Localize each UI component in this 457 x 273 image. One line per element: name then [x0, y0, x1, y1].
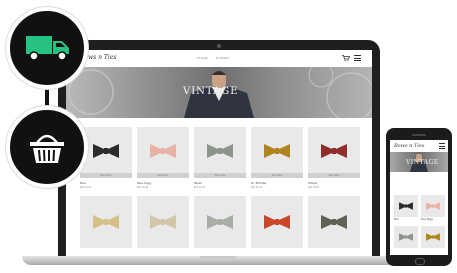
bow-tie-image — [150, 215, 176, 229]
product-button[interactable]: See more — [308, 173, 360, 178]
phone-product-name[interactable]: Bow — [394, 218, 399, 221]
product-card[interactable]: See more — [308, 127, 360, 178]
phone-product-card[interactable] — [394, 195, 418, 217]
site-header: Bows n Ties PLANE PLANES — [66, 50, 372, 68]
bow-tie-image — [426, 202, 440, 210]
hero-banner: VINTAGE — [66, 67, 372, 118]
bow-tie-image — [399, 233, 413, 241]
product-price: $00 00.00 — [194, 186, 206, 189]
product-card[interactable] — [194, 196, 246, 248]
product-price: $00 00.00 — [308, 186, 320, 189]
product-card[interactable]: See more — [194, 127, 246, 178]
phone-hero-title: VINTAGE — [406, 159, 439, 166]
phone-product-name[interactable]: Miss Piggy — [421, 218, 433, 221]
bow-tie-image — [264, 144, 290, 158]
product-price: $00 00.00 — [137, 186, 149, 189]
bow-tie-image — [207, 144, 233, 158]
bow-tie-image — [321, 215, 347, 229]
hero-title: VINTAGE — [183, 86, 239, 97]
product-name[interactable]: Miss Piggy — [137, 181, 152, 185]
product-name[interactable]: Bow — [80, 181, 86, 185]
hamburger-menu-icon[interactable] — [354, 55, 361, 61]
product-card[interactable] — [308, 196, 360, 248]
bow-tie-image — [93, 144, 119, 158]
product-card[interactable]: See more — [80, 127, 132, 178]
product-card[interactable]: See more — [137, 127, 189, 178]
cart-icon[interactable] — [342, 55, 350, 61]
phone-product-card[interactable] — [421, 195, 445, 217]
product-price: $00 00.00 — [80, 186, 92, 189]
phone-screen: Bows n Ties VINTAGE Bow Miss Piggy — [390, 140, 448, 255]
product-button[interactable]: See more — [251, 173, 303, 178]
laptop-notch — [200, 256, 236, 259]
phone-product-card[interactable] — [394, 226, 418, 248]
bow-tie-image — [264, 215, 290, 229]
phone-product-card[interactable] — [421, 226, 445, 248]
nav-link[interactable]: PLANES — [216, 56, 229, 60]
laptop-camera — [217, 44, 221, 48]
bow-tie-image — [399, 202, 413, 210]
product-card[interactable] — [137, 196, 189, 248]
bow-tie-image — [150, 144, 176, 158]
product-name[interactable]: Micah — [194, 181, 202, 185]
phone-site-logo[interactable]: Bows n Ties — [394, 143, 424, 149]
basket-circle — [6, 106, 88, 188]
product-card[interactable] — [251, 196, 303, 248]
product-card[interactable] — [80, 196, 132, 248]
delivery-circle — [6, 7, 88, 89]
phone-menu-icon[interactable] — [439, 143, 445, 149]
product-card[interactable]: See more — [251, 127, 303, 178]
product-name[interactable]: Dr. Birthday — [251, 181, 267, 185]
product-price: $00 00.00 — [251, 186, 263, 189]
product-button[interactable]: See more — [137, 173, 189, 178]
laptop-screen: Bows n Ties PLANE PLANES VINTAGE See mor… — [66, 50, 372, 256]
nav-link[interactable]: PLANE — [197, 56, 208, 60]
bow-tie-image — [207, 215, 233, 229]
phone-speaker — [412, 134, 426, 136]
bow-tie-image — [426, 233, 440, 241]
product-button[interactable]: See more — [80, 173, 132, 178]
bow-tie-image — [321, 144, 347, 158]
phone-home-button — [415, 258, 425, 265]
product-name[interactable]: Phelps — [308, 181, 317, 185]
truck-icon — [26, 36, 69, 61]
product-button[interactable]: See more — [194, 173, 246, 178]
phone-hero-banner: VINTAGE — [390, 152, 448, 172]
bow-tie-image — [93, 215, 119, 229]
basket-icon — [30, 134, 64, 163]
